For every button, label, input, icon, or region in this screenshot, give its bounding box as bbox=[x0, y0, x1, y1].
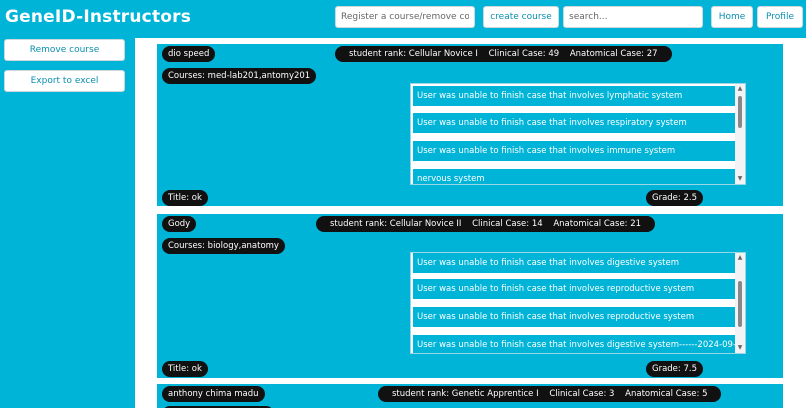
issue-item: User was unable to finish case that invo… bbox=[413, 86, 735, 106]
clinical-case-count: Clinical Case: 3 bbox=[549, 389, 615, 399]
app-title: GeneID-Instructors bbox=[5, 7, 192, 27]
top-header: GeneID-Instructors create course Home Pr… bbox=[0, 0, 806, 36]
student-rank: student rank: Cellular Novice I bbox=[349, 49, 478, 59]
student-courses: Courses: biology,anatomy bbox=[162, 238, 285, 254]
student-grade: Grade: 7.5 bbox=[646, 361, 703, 377]
issue-item: User was unable to finish case that invo… bbox=[413, 335, 735, 353]
scroll-up-arrow-icon[interactable]: ▲ bbox=[736, 85, 744, 93]
clinical-case-count: Clinical Case: 14 bbox=[472, 219, 543, 229]
issue-list[interactable]: User was unable to finish case that invo… bbox=[410, 83, 746, 185]
student-name: Gody bbox=[162, 216, 197, 232]
student-title: Title: ok bbox=[162, 190, 208, 206]
register-course-input[interactable] bbox=[335, 6, 475, 28]
student-stats: student rank: Cellular Novice I Clinical… bbox=[335, 46, 672, 62]
student-card: dio speed student rank: Cellular Novice … bbox=[157, 44, 783, 206]
issue-item: User was unable to finish case that invo… bbox=[413, 141, 735, 161]
issue-item: User was unable to finish case that invo… bbox=[413, 253, 735, 273]
clinical-case-count: Clinical Case: 49 bbox=[488, 49, 560, 59]
create-course-button[interactable]: create course bbox=[483, 6, 559, 28]
student-title: Title: ok bbox=[162, 361, 208, 377]
issue-list-scrollbar[interactable]: ▲ ▼ bbox=[735, 253, 745, 353]
student-stats: student rank: Genetic Apprentice I Clini… bbox=[378, 386, 722, 402]
scroll-thumb[interactable] bbox=[738, 96, 742, 128]
student-courses: Courses: med-lab201,antomy201 bbox=[162, 68, 317, 84]
student-card: Gody student rank: Cellular Novice II Cl… bbox=[157, 214, 783, 378]
anatomical-case-count: Anatomical Case: 5 bbox=[625, 389, 708, 399]
issue-item: nervous system bbox=[413, 169, 735, 184]
profile-button[interactable]: Profile bbox=[757, 6, 803, 28]
student-card: anthony chima madu student rank: Genetic… bbox=[157, 384, 783, 408]
search-input[interactable] bbox=[563, 6, 703, 28]
student-rank: student rank: Cellular Novice II bbox=[330, 219, 462, 229]
issue-list[interactable]: User was unable to finish case that invo… bbox=[410, 252, 746, 354]
student-name: dio speed bbox=[162, 46, 216, 62]
student-rank: student rank: Genetic Apprentice I bbox=[392, 389, 539, 399]
export-excel-button[interactable]: Export to excel bbox=[4, 70, 125, 92]
scroll-up-arrow-icon[interactable]: ▲ bbox=[736, 254, 744, 262]
student-name: anthony chima madu bbox=[162, 386, 265, 402]
remove-course-button[interactable]: Remove course bbox=[4, 39, 125, 61]
scroll-down-arrow-icon[interactable]: ▼ bbox=[736, 175, 744, 183]
anatomical-case-count: Anatomical Case: 27 bbox=[569, 49, 658, 59]
issue-item: User was unable to finish case that invo… bbox=[413, 113, 735, 133]
student-list-panel: dio speed student rank: Cellular Novice … bbox=[135, 38, 806, 408]
issue-list-scrollbar[interactable]: ▲ ▼ bbox=[735, 84, 745, 184]
student-grade: Grade: 2.5 bbox=[646, 190, 703, 206]
issue-item: User was unable to finish case that invo… bbox=[413, 279, 735, 299]
scroll-down-arrow-icon[interactable]: ▼ bbox=[736, 344, 744, 352]
student-stats: student rank: Cellular Novice II Clinica… bbox=[316, 216, 656, 232]
anatomical-case-count: Anatomical Case: 21 bbox=[553, 219, 642, 229]
issue-item: User was unable to finish case that invo… bbox=[413, 307, 735, 327]
home-button[interactable]: Home bbox=[711, 6, 753, 28]
scroll-thumb[interactable] bbox=[738, 281, 742, 327]
